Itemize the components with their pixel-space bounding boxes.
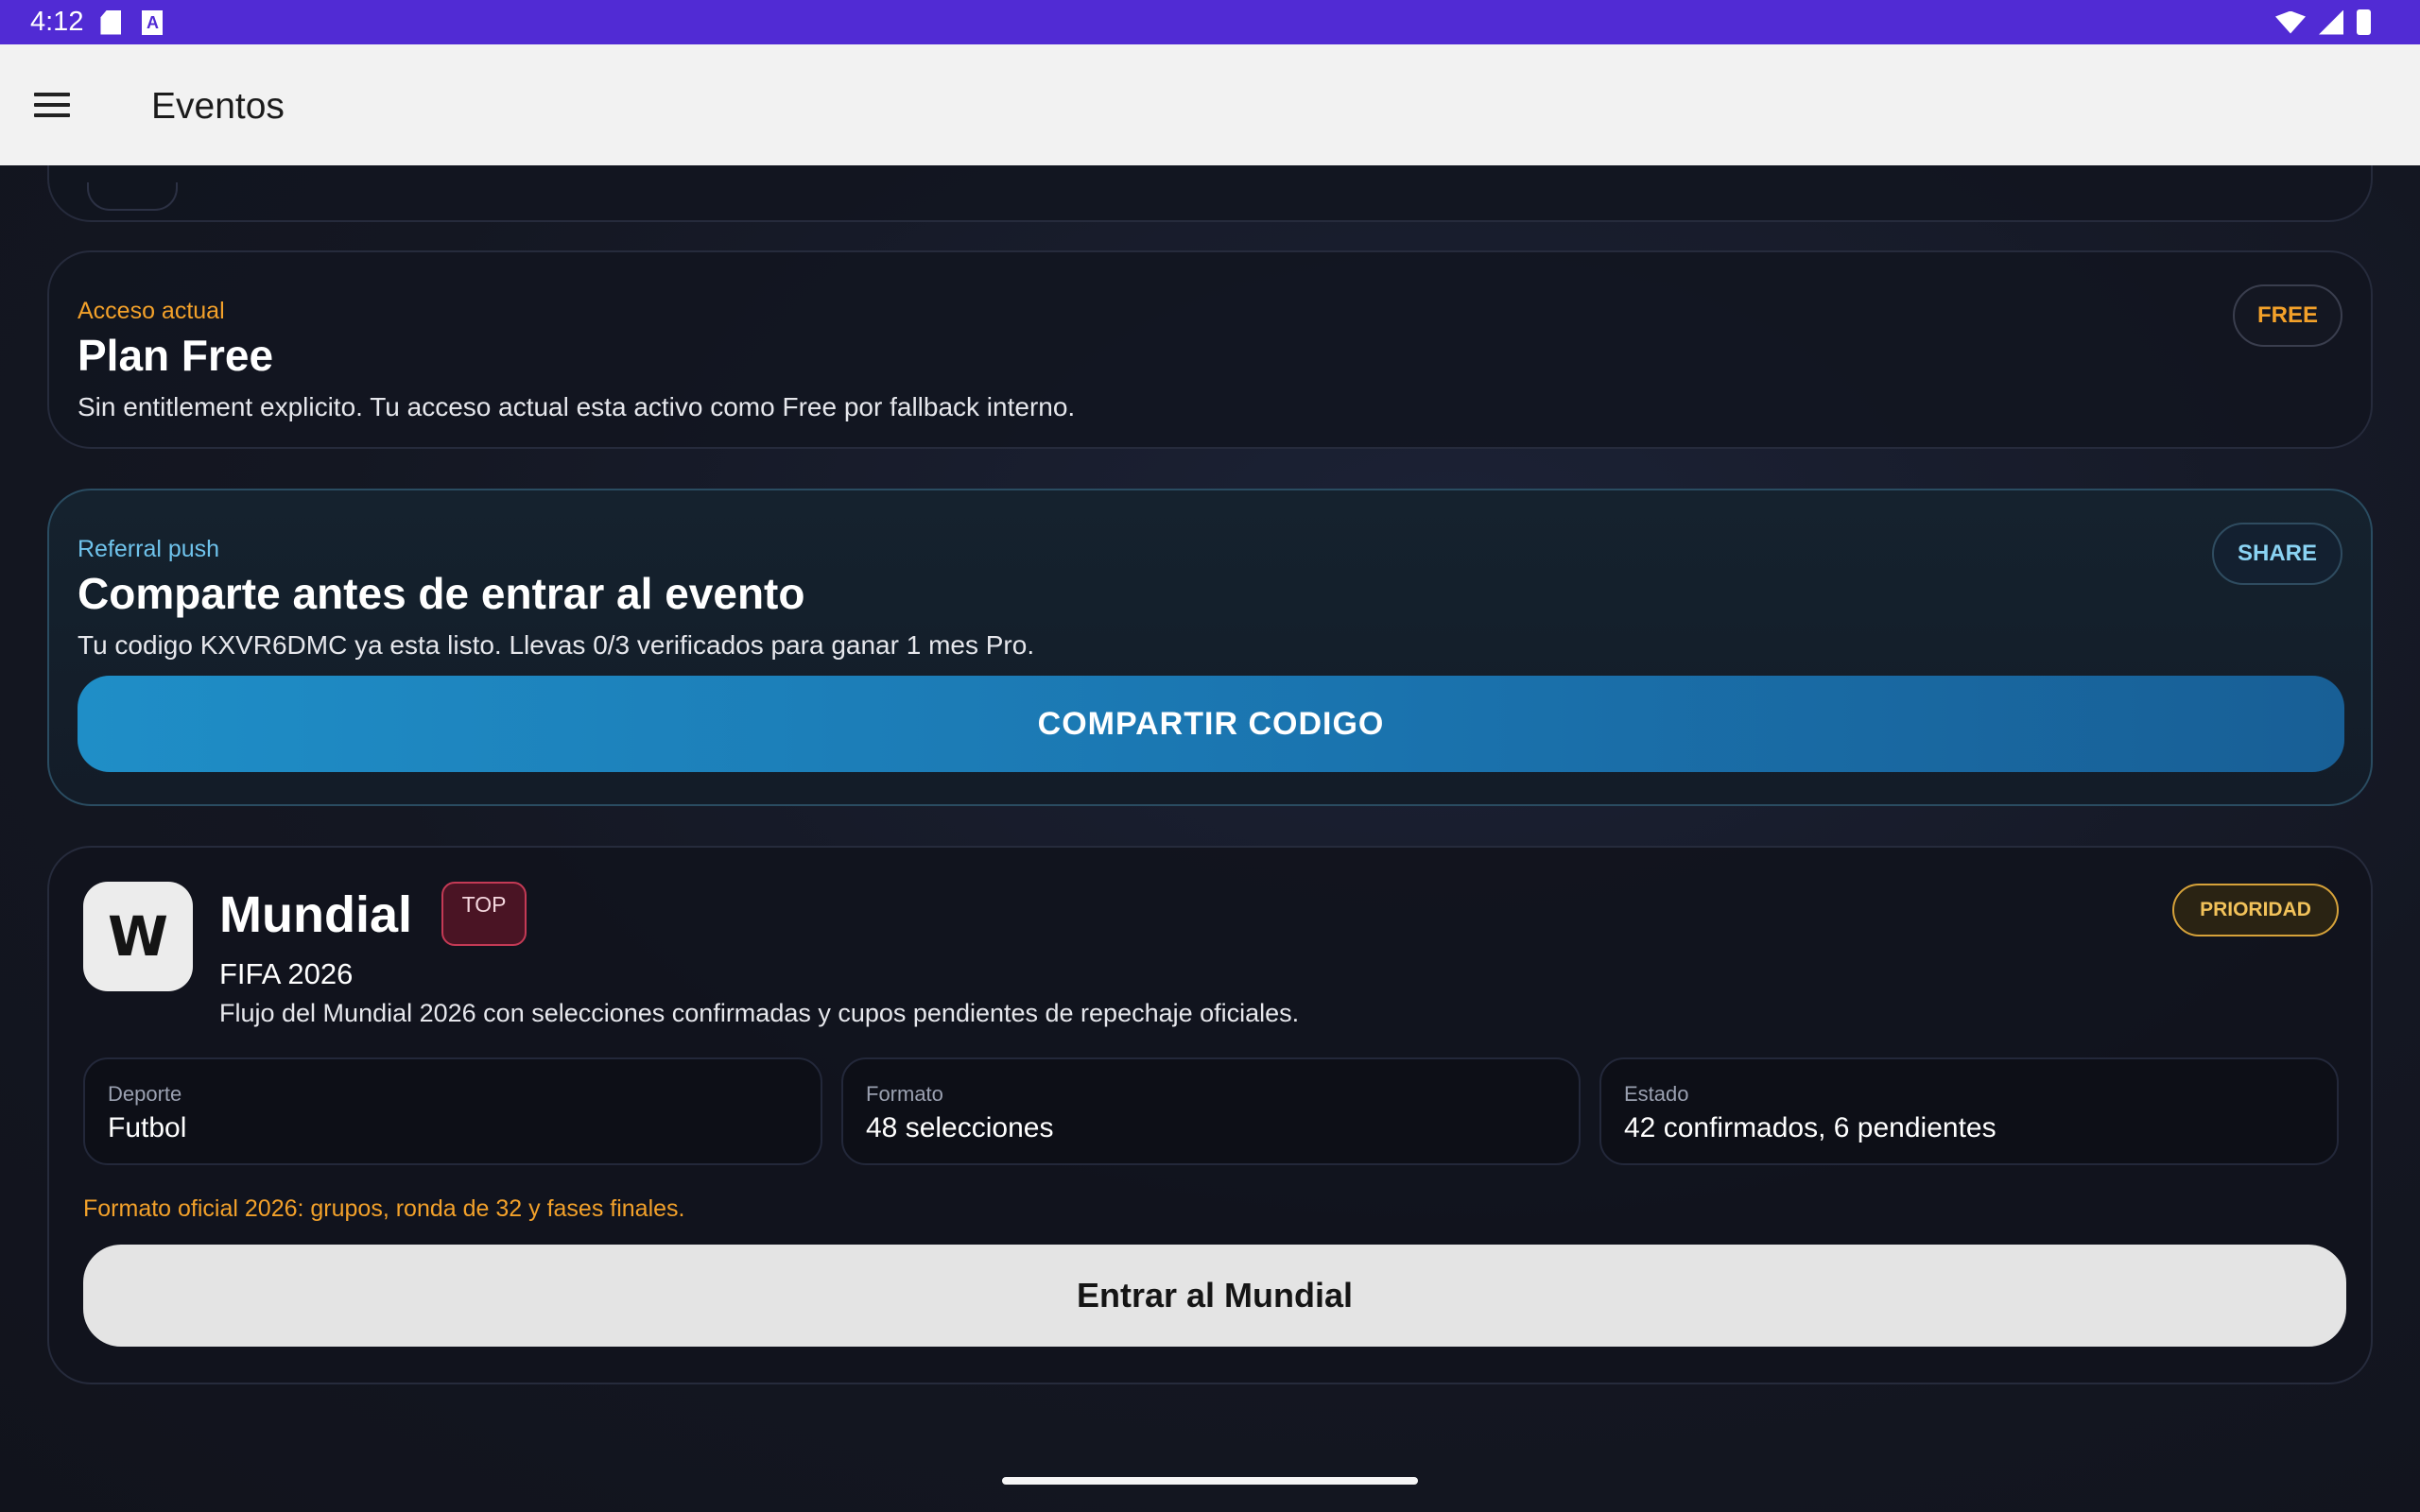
status-indicators (2275, 0, 2371, 44)
event-logo: W (83, 882, 193, 991)
stat-sport: Deporte Futbol (83, 1057, 822, 1165)
previous-card (47, 165, 2373, 222)
status-time: 4:12 (30, 7, 84, 37)
enter-event-button[interactable]: Entrar al Mundial (83, 1245, 2346, 1347)
stat-label: Formato (866, 1082, 943, 1106)
referral-eyebrow: Referral push (78, 536, 220, 562)
referral-card: Referral push Comparte antes de entrar a… (47, 489, 2373, 806)
stat-label: Estado (1624, 1082, 1689, 1106)
event-description: Flujo del Mundial 2026 con selecciones c… (219, 999, 1300, 1027)
share-code-button[interactable]: COMPARTIR CODIGO (78, 676, 2344, 772)
sd-card-icon (100, 9, 122, 35)
top-badge: TOP (441, 882, 527, 946)
home-indicator[interactable] (1002, 1477, 1418, 1485)
signal-icon (2319, 9, 2343, 35)
free-badge: FREE (2233, 284, 2342, 347)
event-card-mundial: W Mundial TOP PRIORIDAD FIFA 2026 Flujo … (47, 846, 2373, 1384)
format-note: Formato oficial 2026: grupos, ronda de 3… (83, 1195, 685, 1222)
stat-value: 42 confirmados, 6 pendientes (1624, 1112, 1996, 1143)
plan-eyebrow: Acceso actual (78, 298, 225, 324)
wifi-icon (2275, 10, 2306, 34)
referral-title: Comparte antes de entrar al evento (78, 569, 805, 618)
plan-title: Plan Free (78, 331, 274, 380)
a-icon: A (142, 9, 164, 35)
referral-description: Tu codigo KXVR6DMC ya esta listo. Llevas… (78, 630, 1035, 660)
page-title: Eventos (151, 86, 285, 127)
plan-description: Sin entitlement explicito. Tu acceso act… (78, 392, 1076, 421)
stat-label: Deporte (108, 1082, 182, 1106)
event-list[interactable]: Acceso actual Plan Free Sin entitlement … (0, 165, 2420, 1512)
stat-status: Estado 42 confirmados, 6 pendientes (1599, 1057, 2339, 1165)
menu-icon[interactable] (34, 93, 70, 117)
event-title: Mundial (219, 886, 412, 943)
plan-card: Acceso actual Plan Free Sin entitlement … (47, 250, 2373, 449)
event-subtitle: FIFA 2026 (219, 957, 354, 990)
stat-value: Futbol (108, 1112, 187, 1143)
battery-icon (2357, 9, 2371, 35)
status-bar: 4:12 A (0, 0, 2420, 44)
stat-format: Formato 48 selecciones (841, 1057, 1581, 1165)
stat-value: 48 selecciones (866, 1112, 1054, 1143)
app-bar: Eventos (0, 44, 2420, 165)
previous-card-chip (87, 182, 178, 211)
priority-badge: PRIORIDAD (2172, 884, 2339, 936)
share-badge[interactable]: SHARE (2212, 523, 2342, 585)
